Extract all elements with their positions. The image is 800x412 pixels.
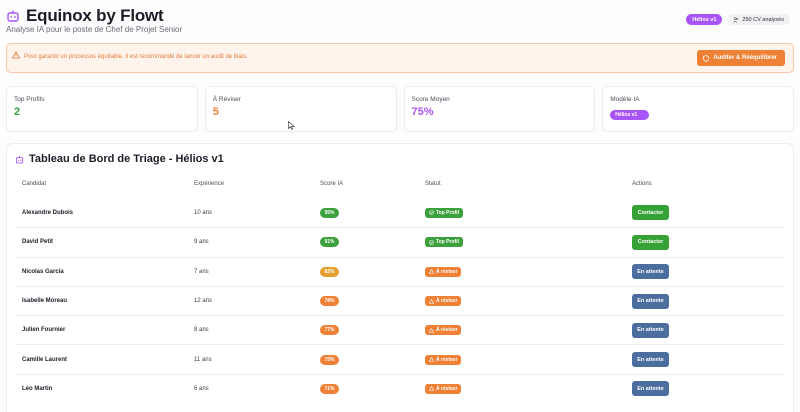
bias-audit-alert: Pour garantir un processus équitable, il… (6, 43, 794, 73)
table-row: Isabelle Moreau 12 ans 78% À réviser En atte… (15, 285, 785, 315)
cv-count-badge: 250 CV analysés (727, 14, 790, 25)
table-row: Léo Martin 6 ans 71% À réviser En attente (15, 373, 785, 403)
status-text: À réviser (436, 356, 458, 363)
audit-rebalance-button[interactable]: Auditer & Rééquilibrer (697, 50, 785, 66)
board-title: Tableau de Bord de Triage - Hélios v1 (29, 153, 224, 165)
check-icon (429, 210, 434, 215)
col-experience: Expérience (194, 181, 225, 187)
robot-icon (15, 155, 24, 164)
pending-button[interactable]: En attente (632, 293, 669, 309)
candidate-name: Camille Laurent (22, 356, 68, 363)
col-actions: Actions (632, 181, 652, 187)
score-badge: 82% (320, 266, 339, 277)
col-status: Statut (425, 181, 441, 187)
warning-icon (12, 51, 20, 59)
status-badge: À réviser (425, 383, 462, 394)
app-header: Equinox by Flowt Analyse IA pour le post… (6, 6, 794, 36)
pending-button[interactable]: En attente (632, 352, 669, 368)
stat-label: Modèle IA (610, 96, 640, 103)
candidates-table: Candidat Expérience Score IA Statut Acti… (15, 178, 785, 403)
stat-label: Score Moyen (411, 96, 450, 103)
candidate-name: Nicolas Garcia (22, 268, 64, 275)
check-icon (429, 240, 434, 245)
status-badge: À réviser (425, 266, 462, 277)
pending-button[interactable]: En attente (632, 381, 669, 397)
score-badge: 95% (320, 207, 339, 218)
contact-button[interactable]: Contacter (632, 234, 669, 250)
table-row: David Petit 9 ans 91% Top Profil Contacter (15, 227, 785, 256)
stat-card-a-reviser: À Réviser 5 (204, 86, 397, 132)
warning-icon (429, 327, 434, 333)
status-text: Top Profil (436, 239, 459, 246)
candidate-experience: 7 ans (194, 268, 209, 275)
pending-button[interactable]: En attente (632, 322, 669, 338)
status-text: À réviser (436, 298, 458, 305)
table-row: Camille Laurent 11 ans 75% À réviser En atte… (15, 344, 785, 373)
status-badge: À réviser (425, 354, 462, 365)
warning-icon (429, 386, 434, 392)
table-body: Alexandre Dubois 10 ans 95% Top Profil Conta… (15, 198, 785, 403)
candidate-name: Isabelle Moreau (22, 298, 68, 305)
board-header: Tableau de Bord de Triage - Hélios v1 (15, 153, 224, 165)
stats-row: Top Profils 2 À Réviser 5 Score Moyen 75… (6, 86, 794, 132)
brand: Equinox by Flowt (6, 6, 794, 26)
model-badge: Hélios v1 (686, 14, 723, 25)
contact-button[interactable]: Contacter (632, 205, 669, 221)
alert-text: Pour garantir un processus équitable, il… (24, 54, 248, 60)
candidate-experience: 11 ans (194, 356, 212, 363)
candidate-name: Alexandre Dubois (22, 209, 74, 216)
candidate-experience: 10 ans (194, 209, 213, 216)
audit-rebalance-label: Auditer & Rééquilibrer (713, 55, 777, 61)
candidate-experience: 8 ans (194, 327, 209, 334)
score-badge: 91% (320, 237, 339, 248)
status-text: À réviser (436, 385, 458, 392)
candidate-name: Léo Martin (22, 385, 53, 392)
table-row: Nicolas Garcia 7 ans 82% À réviser En attent… (15, 256, 785, 286)
stat-value: 2 (14, 106, 21, 118)
cv-count-text: 250 CV analysés (742, 16, 784, 23)
status-badge: Top Profil (425, 207, 463, 218)
status-text: À réviser (436, 327, 458, 334)
stat-label: Top Profils (14, 96, 45, 103)
stat-label: À Réviser (212, 96, 241, 103)
table-row: Alexandre Dubois 10 ans 95% Top Profil Conta… (15, 198, 785, 227)
shield-icon (703, 54, 710, 62)
table-header: Candidat Expérience Score IA Statut Acti… (15, 178, 785, 190)
status-text: Top Profil (436, 209, 459, 216)
candidate-experience: 12 ans (194, 298, 213, 305)
robot-icon (7, 10, 19, 22)
status-text: À réviser (436, 268, 458, 275)
model-pill: Hélios v1 (610, 110, 650, 120)
stat-card-top-profils: Top Profils 2 (6, 86, 198, 132)
status-badge: Top Profil (425, 237, 463, 248)
stat-value: 5 (212, 106, 219, 118)
table-row: Julien Fournier 8 ans 77% À réviser En atten… (15, 315, 785, 344)
mouse-cursor-icon (288, 121, 295, 130)
warning-icon (429, 298, 434, 304)
warning-icon (429, 357, 434, 362)
score-badge: 77% (320, 325, 339, 336)
col-candidate: Candidat (22, 181, 47, 187)
score-badge: 71% (320, 383, 339, 394)
pending-button[interactable]: En attente (632, 264, 669, 280)
candidate-experience: 9 ans (194, 239, 209, 246)
stat-card-score-moyen: Score Moyen 75% (403, 86, 596, 132)
candidate-name: David Petit (22, 239, 54, 246)
status-badge: À réviser (425, 296, 462, 307)
stat-value: 75% (411, 106, 434, 118)
warning-icon (429, 269, 434, 275)
stat-card-modele-ia: Modèle IA Hélios v1 (602, 86, 794, 132)
score-badge: 75% (320, 354, 339, 365)
page-subtitle: Analyse IA pour le poste de Chef de Proj… (6, 25, 183, 34)
users-icon (733, 16, 739, 23)
status-badge: À réviser (425, 325, 462, 336)
triage-board: Tableau de Bord de Triage - Hélios v1 Ca… (6, 143, 794, 412)
col-score: Score IA (320, 181, 344, 187)
candidate-name: Julien Fournier (22, 327, 66, 334)
score-badge: 78% (320, 296, 339, 307)
app-title: Equinox by Flowt (26, 6, 164, 25)
candidate-experience: 6 ans (194, 385, 209, 392)
